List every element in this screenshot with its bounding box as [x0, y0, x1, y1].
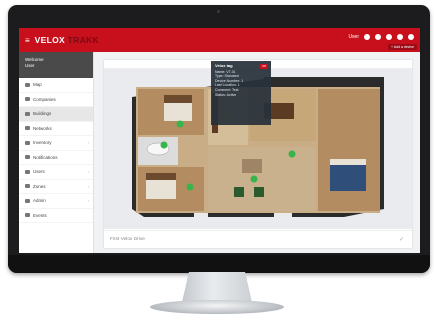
- chevron-right-icon: ›: [87, 140, 89, 146]
- sidebar-item-inventory[interactable]: Inventory ›: [19, 136, 93, 151]
- panel-footer: First Velox Drive ✓: [104, 230, 412, 248]
- sidebar-user-panel: Welcome User: [19, 52, 93, 78]
- sidebar-item-label: Admin: [33, 198, 46, 204]
- check-icon[interactable]: ✓: [399, 236, 404, 243]
- app-logo[interactable]: VELOX TRAKK: [35, 35, 99, 45]
- sidebar-item-map[interactable]: Map: [19, 78, 93, 93]
- top-bar: ≡ VELOX TRAKK User + Add a device: [19, 28, 420, 52]
- chevron-right-icon: ›: [87, 169, 89, 175]
- bell-icon: [25, 155, 30, 160]
- sidebar-item-label: Map: [33, 82, 42, 88]
- sidebar-item-label: Companies: [33, 96, 56, 102]
- bed-1-headboard: [164, 95, 192, 103]
- chevron-right-icon: ›: [87, 183, 89, 189]
- gear-icon[interactable]: [375, 34, 381, 40]
- device-marker-5[interactable]: [186, 183, 194, 191]
- popup-status-badge[interactable]: Off: [260, 64, 268, 69]
- user-menu[interactable]: User: [348, 34, 359, 40]
- power-icon[interactable]: [408, 34, 414, 40]
- network-icon: [25, 126, 30, 131]
- top-right-toolbar: User: [348, 34, 414, 40]
- sidebar-item-users[interactable]: Users ›: [19, 165, 93, 180]
- footer-label: First Velox Drive: [110, 237, 145, 242]
- events-icon: [25, 213, 30, 218]
- monitor-stand-base: [150, 300, 284, 314]
- sidebar-item-label: Networks: [33, 125, 52, 131]
- sidebar-item-networks[interactable]: Networks: [19, 122, 93, 136]
- building-icon: [25, 111, 30, 116]
- device-marker-4[interactable]: [250, 175, 258, 183]
- sidebar-item-label: Events: [33, 212, 47, 218]
- armchair-1: [234, 187, 244, 197]
- bell-icon[interactable]: [386, 34, 392, 40]
- popup-row: Status: Active: [215, 92, 237, 97]
- inventory-icon: [25, 140, 30, 145]
- admin-icon: [25, 198, 30, 203]
- armchair-2: [254, 187, 264, 197]
- chevron-right-icon: ›: [87, 198, 89, 204]
- sidebar-item-companies[interactable]: Companies: [19, 93, 93, 107]
- device-info-popup: Velox tag Off Name: VT-01 Type: Standard D…: [211, 61, 271, 125]
- living-room[interactable]: [208, 147, 316, 211]
- monitor-chin: [8, 255, 430, 273]
- window-2: [274, 213, 292, 217]
- sidebar-item-notifications[interactable]: Notifications: [19, 151, 93, 165]
- webcam: [217, 10, 220, 13]
- company-icon: [25, 97, 30, 102]
- sidebar: Welcome User Map Companies Buildings Networ…: [19, 52, 94, 253]
- sidebar-item-buildings[interactable]: Buildings: [19, 107, 93, 122]
- sidebar-item-events[interactable]: Events: [19, 209, 93, 223]
- device-marker-3[interactable]: [288, 150, 296, 158]
- sidebar-item-label: Users: [33, 169, 45, 175]
- device-marker-1[interactable]: [176, 120, 184, 128]
- add-device-button[interactable]: + Add a device: [387, 44, 417, 50]
- sidebar-item-admin[interactable]: Admin ›: [19, 194, 93, 209]
- master-bedroom[interactable]: [318, 89, 380, 211]
- sidebar-username[interactable]: User: [25, 63, 87, 69]
- sidebar-item-label: Zones: [33, 183, 46, 189]
- user-icon[interactable]: [364, 34, 370, 40]
- users-icon: [25, 169, 30, 174]
- map-icon: [25, 82, 30, 87]
- sidebar-item-label: Notifications: [33, 154, 58, 160]
- master-bed-pillows: [330, 159, 366, 165]
- hamburger-icon[interactable]: ≡: [25, 36, 30, 45]
- sidebar-item-zones[interactable]: Zones ›: [19, 180, 93, 194]
- coffee-table: [242, 159, 262, 173]
- app-screen: ≡ VELOX TRAKK User + Add a device Welcom…: [19, 28, 420, 253]
- sidebar-item-label: Inventory: [33, 140, 52, 146]
- zone-icon: [25, 184, 30, 189]
- window-1: [194, 213, 208, 217]
- sidebar-item-label: Buildings: [33, 111, 52, 117]
- bed-2-headboard: [146, 173, 176, 180]
- monitor-bezel: ≡ VELOX TRAKK User + Add a device Welcom…: [8, 5, 430, 273]
- device-marker-6[interactable]: [160, 141, 168, 149]
- expand-icon[interactable]: [397, 34, 403, 40]
